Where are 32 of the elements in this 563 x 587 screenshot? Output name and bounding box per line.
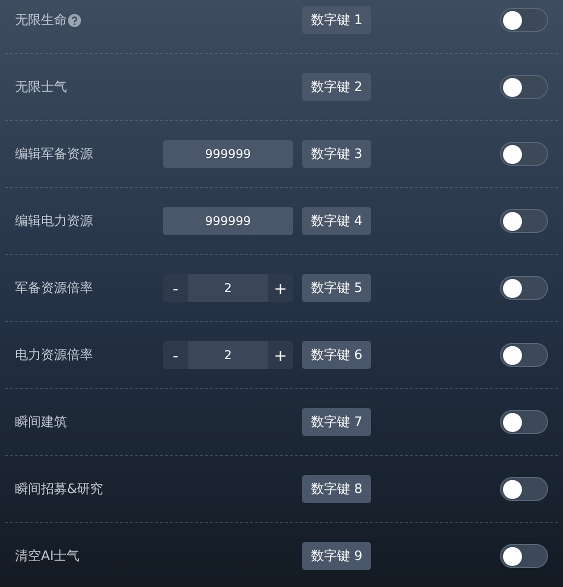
option-label: 无限士气 (15, 79, 67, 96)
toggle-switch[interactable] (500, 276, 548, 300)
stepper-field[interactable]: 2 (188, 341, 268, 369)
hotkey-button[interactable]: 数字键 5 (302, 274, 372, 302)
hotkey-button[interactable]: 数字键 2 (302, 73, 372, 101)
stepper-field[interactable]: 2 (188, 274, 268, 302)
hotkey-button[interactable]: 数字键 3 (302, 140, 372, 168)
hotkey-button[interactable]: 数字键 6 (302, 341, 372, 369)
option-label: 编辑军备资源 (15, 146, 93, 163)
hotkey-button[interactable]: 数字键 1 (302, 6, 372, 34)
value-field[interactable]: 999999 (163, 207, 293, 235)
hotkey-button[interactable]: 数字键 7 (302, 408, 372, 436)
option-label: 军备资源倍率 (15, 280, 93, 297)
help-icon[interactable] (68, 14, 81, 26)
toggle-switch[interactable] (500, 410, 548, 434)
hotkey-button[interactable]: 数字键 4 (302, 207, 372, 235)
value-field[interactable]: 999999 (163, 140, 293, 168)
toggle-switch[interactable] (500, 544, 548, 568)
toggle-switch[interactable] (500, 477, 548, 501)
option-label: 清空AI士气 (15, 548, 80, 565)
option-label: 电力资源倍率 (15, 347, 93, 364)
toggle-switch[interactable] (500, 209, 548, 233)
toggle-switch[interactable] (500, 343, 548, 367)
toggle-switch[interactable] (500, 8, 548, 32)
toggle-switch[interactable] (500, 75, 548, 99)
option-label: 瞬间建筑 (15, 414, 67, 431)
option-label: 瞬间招募&研究 (15, 481, 104, 498)
toggle-switch[interactable] (500, 142, 548, 166)
option-label: 无限生命 (15, 12, 67, 29)
hotkey-button[interactable]: 数字键 8 (302, 475, 372, 503)
option-label: 编辑电力资源 (15, 213, 93, 230)
hotkey-button[interactable]: 数字键 9 (302, 542, 372, 570)
